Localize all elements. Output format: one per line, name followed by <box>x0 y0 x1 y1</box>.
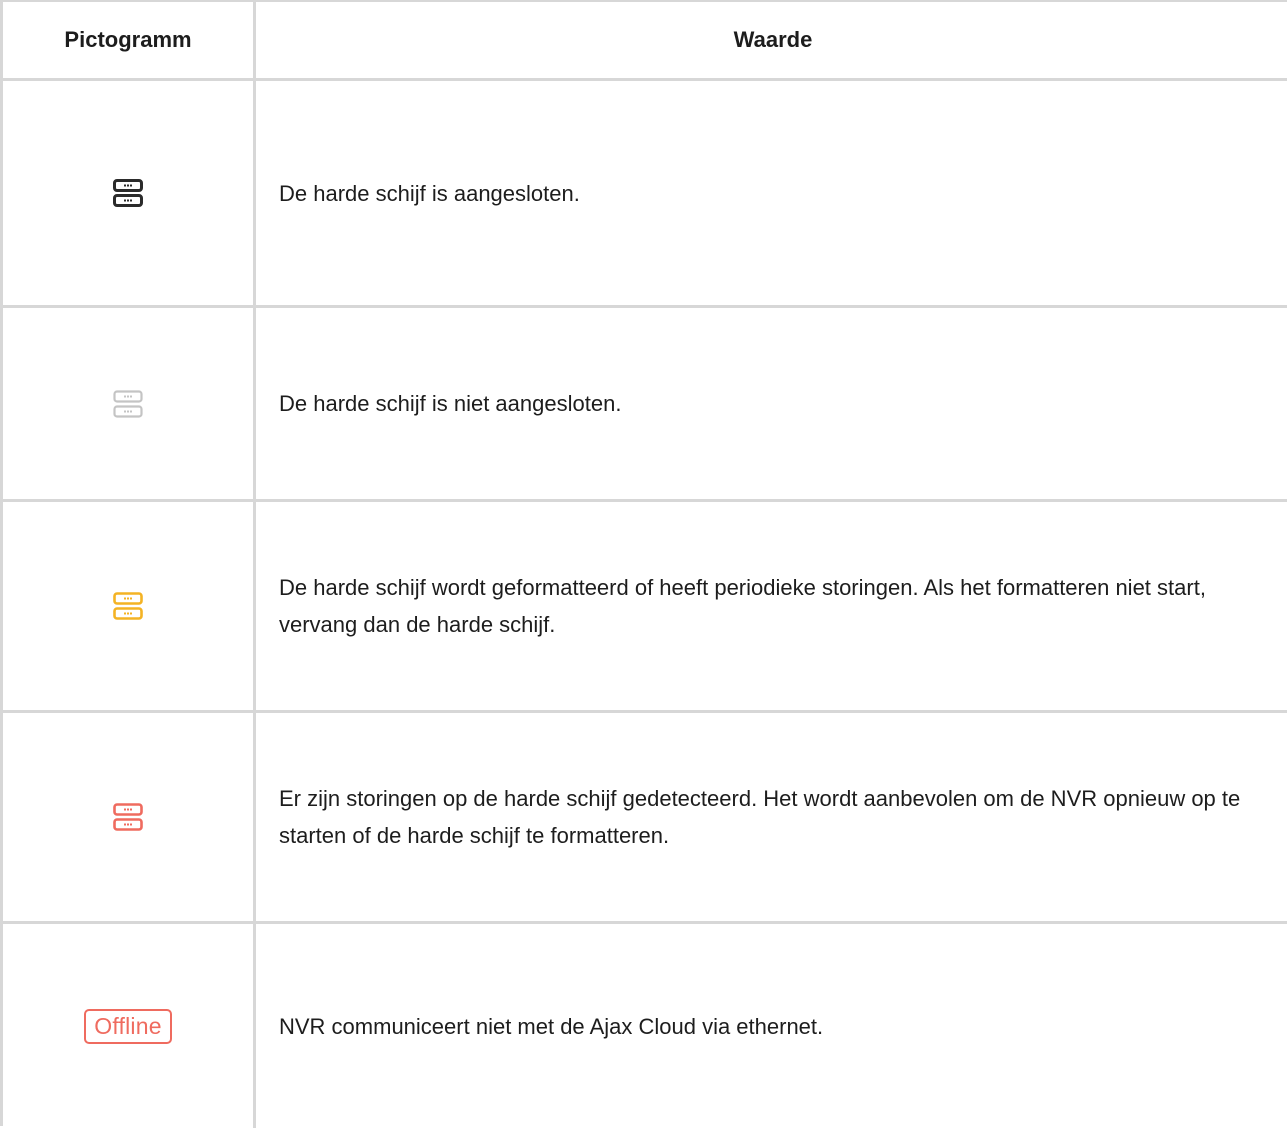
table-header-row: Pictogramm Waarde <box>3 2 1287 81</box>
table-row: Offline NVR communiceert niet met de Aja… <box>3 924 1287 1128</box>
offline-badge: Offline <box>84 1008 172 1044</box>
row-description: De harde schijf is niet aangesloten. <box>279 391 622 416</box>
column-divider <box>253 2 256 1128</box>
icon-cell <box>3 502 253 710</box>
icon-cell <box>3 308 253 499</box>
hdd-error-icon <box>113 803 143 831</box>
table-row: De harde schijf is niet aangesloten. <box>3 308 1287 502</box>
hdd-connected-icon <box>113 179 143 207</box>
table-row: De harde schijf is aangesloten. <box>3 81 1287 308</box>
hdd-warning-icon <box>113 592 143 620</box>
table-row: Er zijn storingen op de harde schijf ged… <box>3 713 1287 924</box>
icon-cell <box>3 81 253 305</box>
table-row: De harde schijf wordt geformatteerd of h… <box>3 502 1287 713</box>
header-pictogram: Pictogramm <box>64 27 192 52</box>
header-value: Waarde <box>733 27 813 52</box>
hdd-disconnected-icon <box>113 389 143 418</box>
row-description: De harde schijf wordt geformatteerd of h… <box>279 575 1206 637</box>
icon-cell <box>3 713 253 921</box>
row-description: NVR communiceert niet met de Ajax Cloud … <box>279 1013 824 1039</box>
row-description: Er zijn storingen op de harde schijf ged… <box>279 786 1241 848</box>
status-icons-table: Pictogramm Waarde De harde schijf is aan… <box>0 0 1287 1128</box>
icon-cell: Offline <box>3 924 253 1128</box>
row-description: De harde schijf is aangesloten. <box>279 180 580 206</box>
